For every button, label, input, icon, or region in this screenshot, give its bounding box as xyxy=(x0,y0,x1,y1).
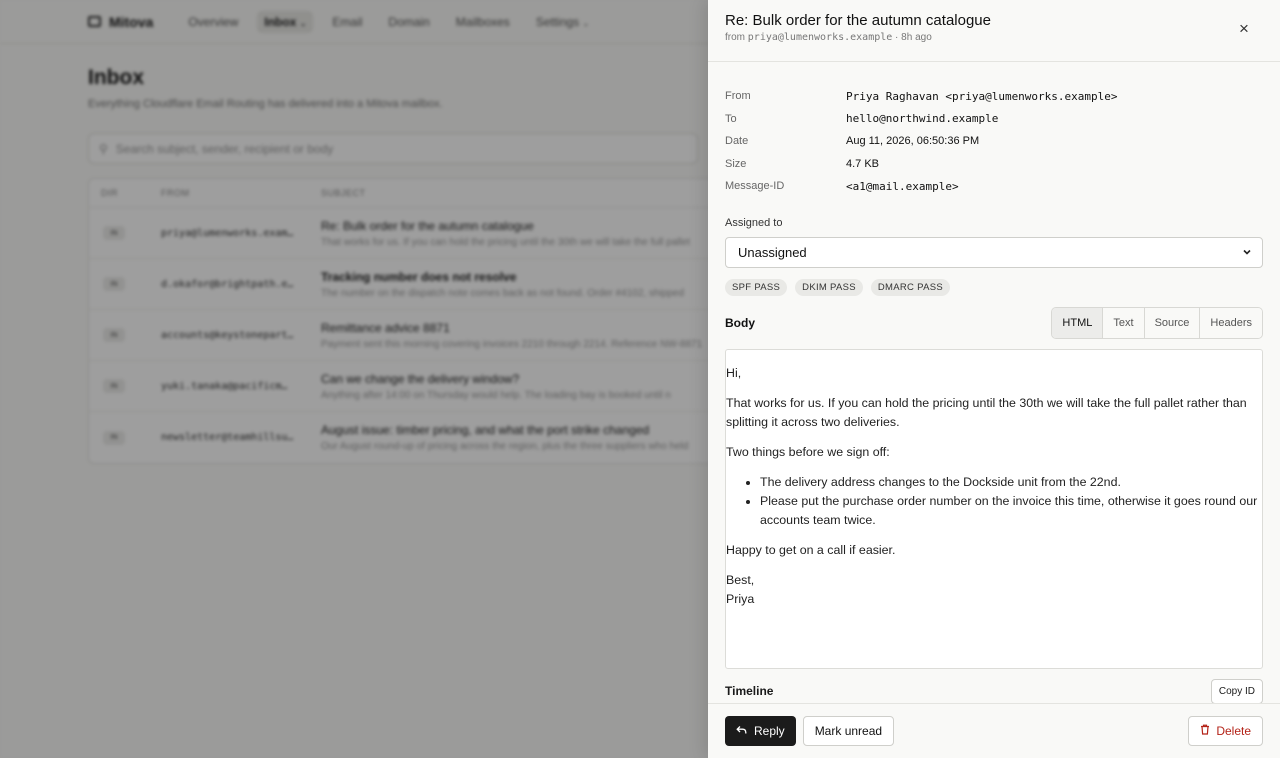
field-label: Date xyxy=(725,135,749,148)
trash-icon xyxy=(1200,724,1210,738)
field-value: hello@northwind.example xyxy=(846,112,999,126)
tab-headers[interactable]: Headers xyxy=(1199,307,1262,338)
field-date: Date Aug 11, 2026, 06:50:36 PM xyxy=(725,130,1263,153)
email-paragraph: Two things before we sign off: xyxy=(726,444,890,459)
assigned-label: Assigned to xyxy=(725,216,783,229)
mark-unread-button[interactable]: Mark unread xyxy=(802,716,895,746)
email-paragraph: Happy to get on a call if easier. xyxy=(726,542,896,557)
dkim-badge: DKIM PASS xyxy=(795,278,863,296)
message-title: Re: Bulk order for the autumn catalogue xyxy=(725,12,991,29)
email-list-item: Please put the purchase order number on … xyxy=(760,492,1262,530)
email-body-preview: Hi, That works for us. If you can hold t… xyxy=(725,348,1263,669)
drawer-header: Re: Bulk order for the autumn catalogue … xyxy=(708,0,1280,62)
timeline-label: Timeline xyxy=(725,684,774,698)
reply-icon xyxy=(736,724,747,738)
email-list: The delivery address changes to the Dock… xyxy=(760,473,1262,530)
spf-badge: SPF PASS xyxy=(725,278,788,296)
meta-age: · 8h ago xyxy=(892,32,932,43)
email-list-item: The delivery address changes to the Dock… xyxy=(760,473,1262,492)
field-value: 4.7 KB xyxy=(846,157,880,170)
email-signature-name: Priya xyxy=(726,591,755,606)
email-signoff: Best, Priya xyxy=(726,571,1262,609)
field-size: Size 4.7 KB xyxy=(725,153,1263,176)
body-view-tabs: HTML Text Source Headers xyxy=(1051,306,1263,339)
field-to: To hello@northwind.example xyxy=(725,108,1263,131)
field-label: Message-ID xyxy=(725,180,785,193)
field-value: Priya Raghavan <priya@lumenworks.example… xyxy=(846,89,1118,103)
close-icon[interactable]: × xyxy=(1234,20,1254,40)
email-signoff-text: Best, xyxy=(726,572,755,587)
auth-badges: SPF PASS DKIM PASS DMARC PASS xyxy=(725,278,1263,296)
dmarc-badge: DMARC PASS xyxy=(870,278,951,296)
message-drawer: Re: Bulk order for the autumn catalogue … xyxy=(708,0,1280,758)
chevron-down-icon xyxy=(1242,245,1252,260)
field-label: Size xyxy=(725,157,747,170)
email-greeting: Hi, xyxy=(726,365,742,380)
field-label: To xyxy=(725,112,737,125)
meta-sender: priya@lumenworks.example xyxy=(747,32,893,43)
reply-label: Reply xyxy=(754,724,785,738)
tab-source[interactable]: Source xyxy=(1143,307,1200,338)
body-label: Body xyxy=(725,315,755,330)
field-label: From xyxy=(725,90,751,103)
email-paragraph: That works for us. If you can hold the p… xyxy=(726,395,1247,429)
field-value: Aug 11, 2026, 06:50:36 PM xyxy=(846,135,980,148)
drawer-footer: Reply Mark unread Delete xyxy=(708,703,1280,758)
delete-button[interactable]: Delete xyxy=(1188,716,1263,746)
drawer-body: From Priya Raghavan <priya@lumenworks.exa… xyxy=(708,62,1280,703)
field-value: <a1@mail.example> xyxy=(846,179,959,193)
message-fields: From Priya Raghavan <priya@lumenworks.exa… xyxy=(725,85,1263,198)
delete-label: Delete xyxy=(1216,724,1251,738)
tab-html[interactable]: HTML xyxy=(1052,307,1103,338)
body-header: Body HTML Text Source Headers xyxy=(725,306,1263,339)
copy-id-button[interactable]: Copy ID xyxy=(1210,678,1263,703)
reply-button[interactable]: Reply xyxy=(725,716,796,746)
field-from: From Priya Raghavan <priya@lumenworks.exa… xyxy=(725,85,1263,108)
assignee-value: Unassigned xyxy=(738,244,807,260)
tab-text[interactable]: Text xyxy=(1102,307,1144,338)
assignee-select[interactable]: Unassigned xyxy=(725,236,1263,268)
timeline-header: Timeline Copy ID xyxy=(725,678,1263,703)
meta-prefix: from xyxy=(725,32,748,43)
message-meta: from priya@lumenworks.example · 8h ago xyxy=(725,32,1263,43)
field-message-id: Message-ID <a1@mail.example> xyxy=(725,175,1263,198)
